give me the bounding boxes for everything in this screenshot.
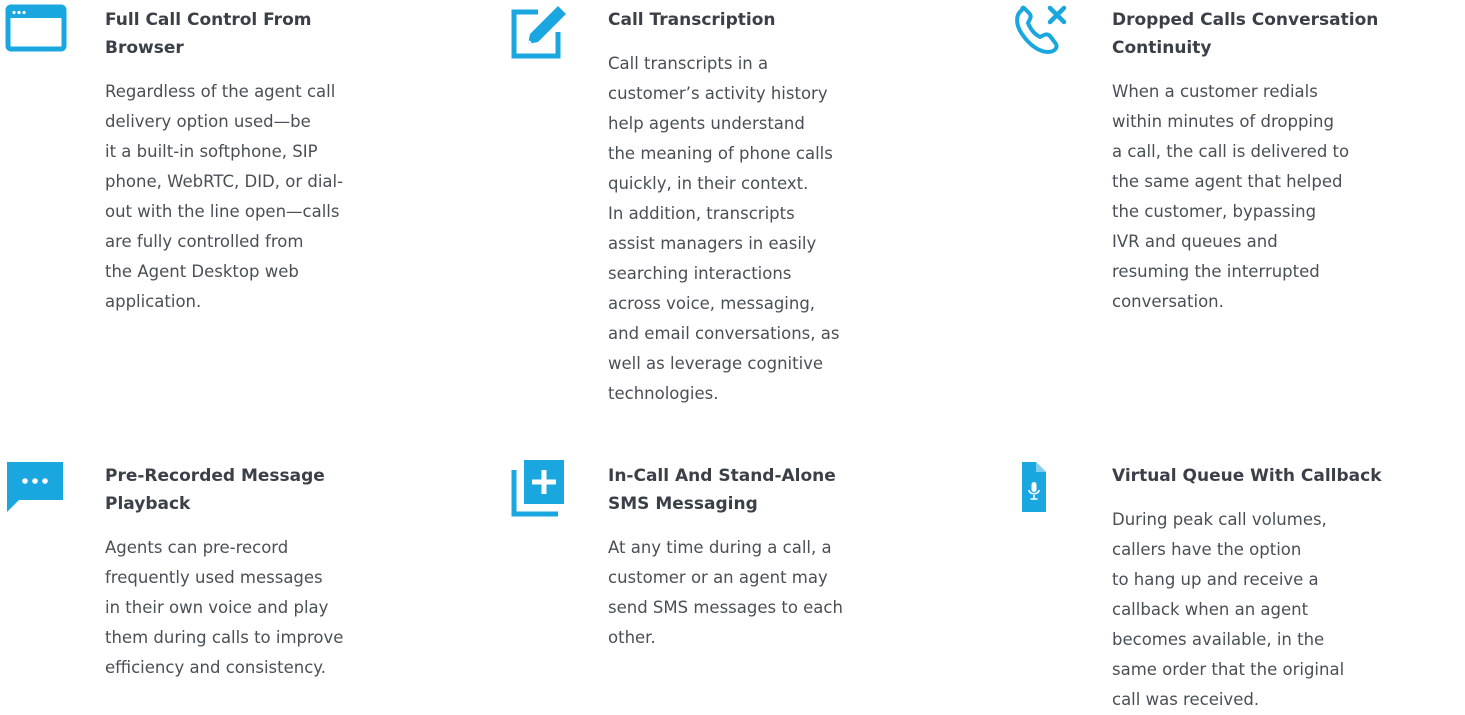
chat-bubble-icon [5, 460, 69, 524]
feature-description: At any time during a call, a customer or… [608, 538, 843, 647]
feature-title: Call Transcription [608, 10, 776, 30]
feature-description: Agents can pre-record frequently used me… [105, 538, 344, 677]
feature-description: During peak call volumes, callers have t… [1112, 510, 1345, 709]
feature-title: In-Call And Stand-Alone SMS Messaging [608, 466, 836, 514]
feature-title: Dropped Calls Conversation Continuity [1112, 10, 1379, 58]
feature-title: Virtual Queue With Callback [1112, 466, 1382, 486]
add-message-icon [508, 460, 572, 524]
feature-description: When a customer redials within minutes o… [1112, 82, 1350, 311]
feature-title: Pre-Recorded Message Playback [105, 466, 325, 514]
edit-pencil-icon [508, 4, 572, 68]
audio-file-icon [1012, 460, 1076, 524]
feature-description: Regardless of the agent call delivery op… [105, 82, 344, 311]
browser-window-icon [5, 4, 69, 68]
feature-title: Full Call Control From Browser [105, 10, 312, 58]
feature-description: Call transcripts in a customer’s activit… [608, 54, 840, 403]
dropped-call-icon [1012, 4, 1076, 68]
